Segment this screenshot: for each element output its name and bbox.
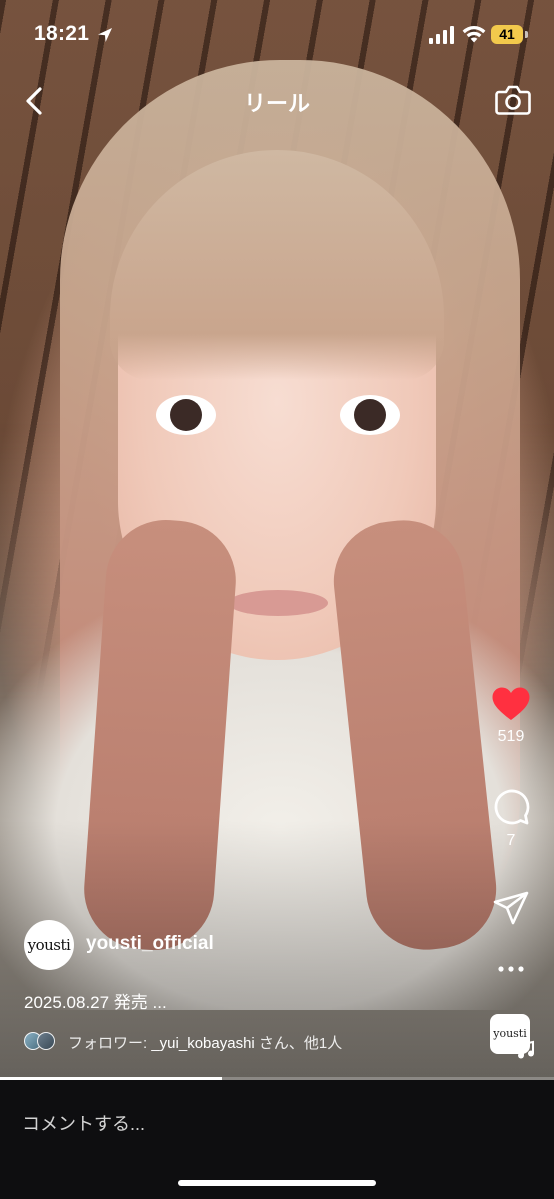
battery-tip bbox=[525, 31, 528, 38]
wifi-icon bbox=[462, 26, 486, 43]
author-avatar-logo: yousti bbox=[27, 936, 71, 954]
follower-avatar bbox=[37, 1032, 55, 1050]
like-action[interactable]: 519 bbox=[480, 686, 542, 746]
cellular-signal-icon bbox=[429, 26, 454, 44]
author-avatar[interactable]: yousti bbox=[24, 920, 74, 970]
like-count: 519 bbox=[497, 728, 525, 745]
heart-icon[interactable] bbox=[491, 686, 531, 722]
followed-by-text: フォロワー: _yui_kobayashi さん、他1人 bbox=[68, 1032, 342, 1053]
comment-bar: コメントする... bbox=[0, 1080, 554, 1199]
reel-video[interactable] bbox=[0, 0, 554, 1080]
camera-icon[interactable] bbox=[494, 82, 532, 118]
location-arrow-icon bbox=[98, 28, 112, 42]
comment-input[interactable]: コメントする... bbox=[22, 1110, 145, 1136]
video-eye-right bbox=[340, 395, 400, 435]
reel-screen: 18:21 41 リール 519 7 yousti yousti yousti_… bbox=[0, 0, 554, 1199]
comment-count: 7 bbox=[506, 832, 516, 849]
share-action[interactable] bbox=[480, 890, 542, 926]
author-username[interactable]: yousti_official bbox=[86, 933, 214, 955]
video-lips bbox=[228, 590, 328, 616]
post-caption[interactable]: 2025.08.27 発売 ... bbox=[24, 988, 167, 1013]
more-horizontal-icon[interactable] bbox=[497, 962, 525, 976]
video-eye-left bbox=[156, 395, 216, 435]
status-bar: 18:21 41 bbox=[0, 0, 554, 70]
followed-by-name: _yui_kobayashi bbox=[151, 1035, 255, 1052]
music-note-icon bbox=[518, 1040, 534, 1059]
comment-icon[interactable] bbox=[492, 788, 530, 826]
followed-by-suffix: さん、他1人 bbox=[254, 1035, 343, 1052]
followed-by-prefix: フォロワー: bbox=[68, 1035, 152, 1052]
page-title: リール bbox=[243, 91, 310, 116]
comment-action[interactable]: 7 bbox=[480, 788, 542, 850]
status-time: 18:21 bbox=[34, 22, 90, 45]
battery-indicator: 41 bbox=[491, 25, 523, 44]
send-icon[interactable] bbox=[492, 890, 530, 926]
home-indicator[interactable] bbox=[178, 1180, 376, 1186]
